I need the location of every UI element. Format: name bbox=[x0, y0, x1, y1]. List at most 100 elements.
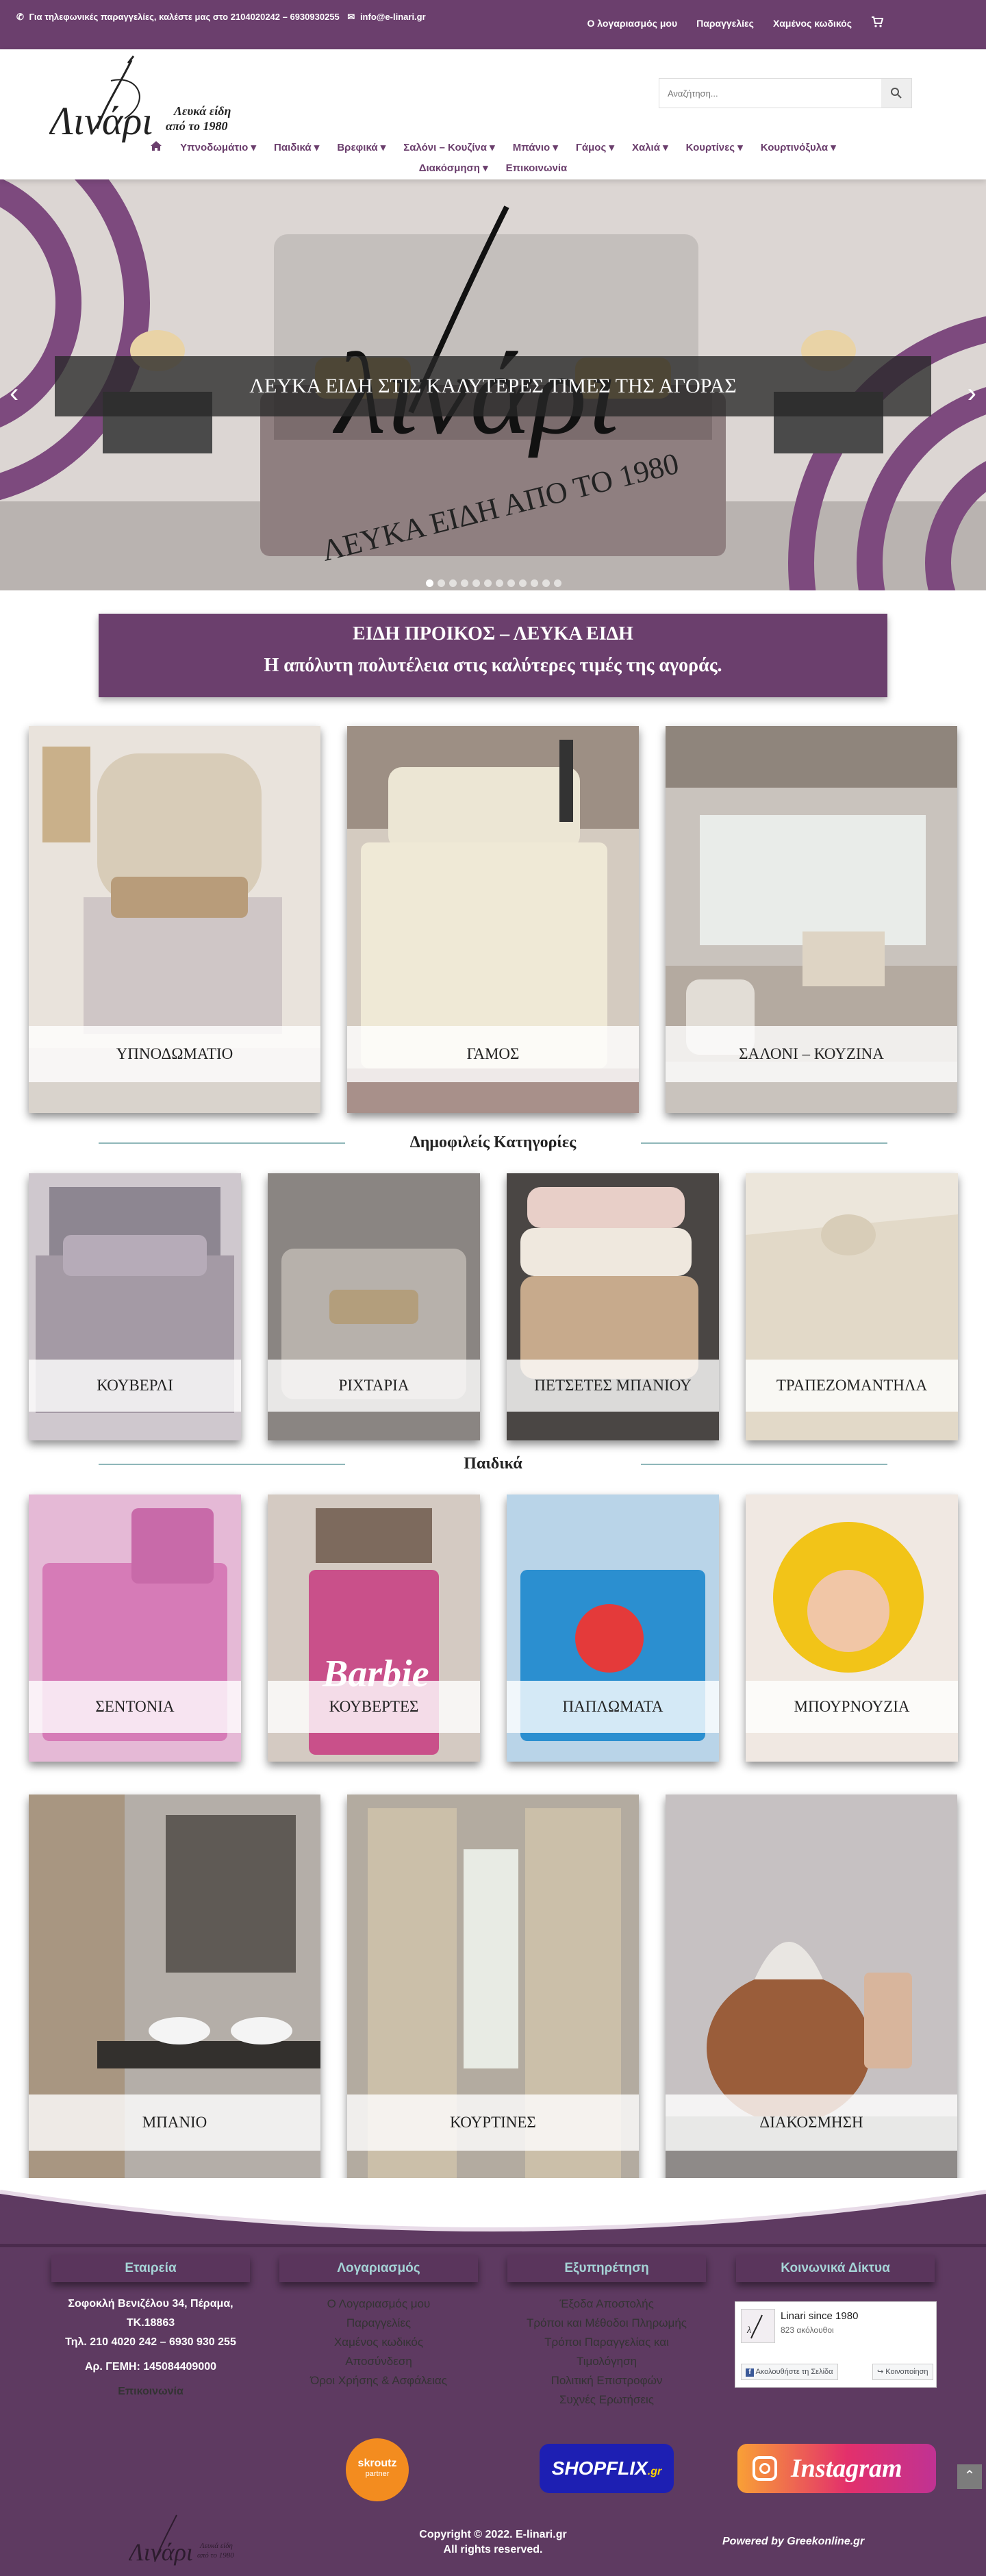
logo-name: Λινάρι bbox=[49, 99, 153, 142]
facebook-followers: 823 ακόλουθοι bbox=[781, 2325, 834, 2335]
shopflix-badge[interactable]: SHOPFLIX.gr bbox=[540, 2444, 674, 2493]
lost-password-link[interactable]: Χαμένος κωδικός bbox=[773, 18, 852, 29]
category-label: ΥΠΝΟΔΩΜΑΤΙΟ bbox=[29, 1026, 320, 1082]
slider-prev-arrow[interactable]: ‹ bbox=[10, 378, 18, 409]
slider-dot[interactable] bbox=[461, 579, 468, 587]
category-tile-decoration[interactable]: ΔΙΑΚΟΣΜΗΣΗ bbox=[666, 1795, 957, 2181]
divider-line bbox=[99, 1142, 345, 1144]
category-label: ΤΡΑΠΕΖΟΜΑΝΤΗΛΑ bbox=[746, 1360, 958, 1412]
nav-item-curtain-rods[interactable]: Κουρτινόξυλα ▾ bbox=[761, 141, 836, 153]
company-address: Σοφοκλή Βενιζέλου 34, Πέραμα, ΤΚ.18863 Τ… bbox=[65, 2298, 236, 2373]
category-tile-bathrobes[interactable]: ΜΠΟΥΡΝΟΥΖΙΑ bbox=[746, 1495, 958, 1762]
category-tile-bathroom[interactable]: ΜΠΑΝΙΟ bbox=[29, 1795, 320, 2181]
category-tile-bath-towels[interactable]: ΠΕΤΣΕΤΕΣ ΜΠΑΝΙΟΥ bbox=[507, 1173, 719, 1440]
category-label: ΠΑΠΛΩΜΑΤΑ bbox=[507, 1681, 719, 1733]
svg-text:λ: λ bbox=[746, 2325, 751, 2336]
facebook-follow-button[interactable]: f Ακολουθήστε τη Σελίδα bbox=[741, 2364, 838, 2380]
instagram-badge[interactable]: Instagram bbox=[737, 2444, 936, 2493]
category-label: ΣΕΝΤΟΝΙΑ bbox=[29, 1681, 241, 1733]
category-tile-curtains[interactable]: ΚΟΥΡΤΙΝΕΣ bbox=[347, 1795, 639, 2181]
footer-link-faq[interactable]: Συχνές Ερωτήσεις bbox=[507, 2390, 706, 2410]
footer-link-shipping[interactable]: Έξοδα Αποστολής bbox=[507, 2294, 706, 2314]
slider-dot[interactable] bbox=[472, 579, 480, 587]
footer-link-invoicing[interactable]: Τιμολόγηση bbox=[507, 2352, 706, 2371]
skroutz-partner-badge[interactable]: skroutz partner bbox=[346, 2438, 409, 2501]
footer-link-orders[interactable]: Παραγγελίες bbox=[279, 2314, 478, 2333]
category-tile-sheets[interactable]: ΣΕΝΤΟΝΙΑ bbox=[29, 1495, 241, 1762]
footer-link-ordering[interactable]: Τρόποι Παραγγελίας και bbox=[507, 2333, 706, 2352]
nav-item-kids[interactable]: Παιδικά ▾ bbox=[274, 141, 319, 153]
category-tile-tablecloths[interactable]: ΤΡΑΠΕΖΟΜΑΝΤΗΛΑ bbox=[746, 1173, 958, 1440]
slider-dot[interactable] bbox=[542, 579, 550, 587]
cart-icon[interactable] bbox=[871, 16, 884, 29]
slider-dot[interactable] bbox=[426, 579, 433, 587]
nav-item-wedding[interactable]: Γάμος ▾ bbox=[576, 141, 614, 153]
nav-item-contact[interactable]: Επικοινωνία bbox=[506, 162, 568, 174]
facebook-share-button[interactable]: ↪ Κοινοποίηση bbox=[872, 2364, 933, 2380]
footer-logo-name: Λινάρι bbox=[129, 2538, 193, 2566]
share-icon: ↪ bbox=[877, 2368, 884, 2376]
nav-item-living-kitchen[interactable]: Σαλόνι – Κουζίνα ▾ bbox=[403, 141, 494, 153]
footer-logo-tagline-2: από το 1980 bbox=[197, 2551, 234, 2560]
footer-link-returns[interactable]: Πολιτική Επιστροφών bbox=[507, 2371, 706, 2390]
footer-social: Κοινωνικά Δίκτυα bbox=[736, 2255, 935, 2294]
slider-dot[interactable] bbox=[531, 579, 538, 587]
footer-link-terms[interactable]: Όροι Χρήσης & Ασφάλειας bbox=[279, 2371, 478, 2390]
promo-banner: ΕΙΔΗ ΠΡΟΙΚΟΣ – ΛΕΥΚΑ ΕΙΔΗ Η απόλυτη πολυ… bbox=[99, 614, 887, 697]
category-tile-throws[interactable]: ΡΙΧΤΑΡΙΑ bbox=[268, 1173, 480, 1440]
category-tile-blankets[interactable]: Barbie ΚΟΥΒΕΡΤΕΣ bbox=[268, 1495, 480, 1762]
search-input[interactable] bbox=[659, 79, 881, 108]
category-label: ΣΑΛΟΝΙ – ΚΟΥΖΙΝΑ bbox=[666, 1026, 957, 1082]
search-icon bbox=[891, 88, 902, 99]
slider-dot[interactable] bbox=[438, 579, 445, 587]
footer-link-lost-password[interactable]: Χαμένος κωδικός bbox=[279, 2333, 478, 2352]
slider-dot[interactable] bbox=[484, 579, 492, 587]
slider-dot[interactable] bbox=[519, 579, 527, 587]
category-label: ΚΟΥΒΕΡΤΕΣ bbox=[268, 1681, 480, 1733]
footer-link-logout[interactable]: Αποσύνδεση bbox=[279, 2352, 478, 2371]
facebook-page-widget[interactable]: λ Linari since 1980 823 ακόλουθοι f Ακολ… bbox=[735, 2301, 937, 2388]
facebook-icon: f bbox=[746, 2368, 754, 2377]
popular-title: Δημοφιλείς Κατηγορίες bbox=[409, 1134, 577, 1151]
footer-link-payment[interactable]: Τρόποι και Μέθοδοι Πληρωμής bbox=[507, 2314, 706, 2333]
category-tile-duvets[interactable]: ΠΑΠΛΩΜΑΤΑ bbox=[507, 1495, 719, 1762]
hero-slider: λινάρι ΛΕΥΚΑ ΕΙΔΗ ΑΠΟ ΤΟ 1980 ΛΕΥΚΑ ΕΙΔΗ… bbox=[0, 179, 986, 590]
category-label: ΚΟΥΒΕΡΛΙ bbox=[29, 1360, 241, 1412]
banner-subtitle: Η απόλυτη πολυτέλεια στις καλύτερες τιμέ… bbox=[264, 655, 722, 676]
home-icon[interactable] bbox=[150, 140, 162, 154]
nav-item-bathroom[interactable]: Μπάνιο ▾ bbox=[513, 141, 558, 153]
site-logo[interactable]: Λινάρι Λευκά είδη από το 1980 bbox=[46, 53, 268, 143]
category-tile-coverlet[interactable]: ΚΟΥΒΕΡΛΙ bbox=[29, 1173, 241, 1440]
category-tile-living-kitchen[interactable]: ΣΑΛΟΝΙ – ΚΟΥΖΙΝΑ bbox=[666, 726, 957, 1113]
footer-contact-link[interactable]: Επικοινωνία bbox=[51, 2382, 250, 2401]
category-label: ΔΙΑΚΟΣΜΗΣΗ bbox=[666, 2094, 957, 2151]
slider-dot[interactable] bbox=[496, 579, 503, 587]
slider-next-arrow[interactable]: › bbox=[968, 378, 976, 409]
nav-item-decoration[interactable]: Διακόσμηση ▾ bbox=[419, 162, 488, 174]
category-label: ΠΕΤΣΕΤΕΣ ΜΠΑΝΙΟΥ bbox=[507, 1360, 719, 1412]
nav-item-bedroom[interactable]: Υπνοδωμάτιο ▾ bbox=[180, 141, 256, 153]
category-tile-wedding[interactable]: ΓΑΜΟΣ bbox=[347, 726, 639, 1113]
slider-dot[interactable] bbox=[449, 579, 457, 587]
nav-item-baby[interactable]: Βρεφικά ▾ bbox=[337, 141, 385, 153]
my-account-link[interactable]: Ο λογαριασμός μου bbox=[587, 18, 677, 29]
phone-icon: ✆ bbox=[16, 12, 24, 22]
category-tile-bedroom[interactable]: ΥΠΝΟΔΩΜΑΤΙΟ bbox=[29, 726, 320, 1113]
footer-social-title: Κοινωνικά Δίκτυα bbox=[736, 2255, 935, 2282]
contact-info: ✆ Για τηλεφωνικές παραγγελίες, καλέστε μ… bbox=[16, 8, 482, 26]
back-to-top-button[interactable]: ⌃ bbox=[957, 2464, 982, 2489]
footer-link-my-account[interactable]: Ο Λογαριασμός μου bbox=[279, 2294, 478, 2314]
orders-link[interactable]: Παραγγελίες bbox=[696, 18, 754, 29]
kids-section-title: Παιδικά bbox=[99, 1453, 887, 1474]
main-nav: Υπνοδωμάτιο ▾ Παιδικά ▾ Βρεφικά ▾ Σαλόνι… bbox=[0, 137, 986, 178]
slider-dot[interactable] bbox=[507, 579, 515, 587]
search-button[interactable] bbox=[881, 79, 911, 108]
email-link[interactable]: info@e-linari.gr bbox=[360, 12, 426, 22]
facebook-page-name[interactable]: Linari since 1980 bbox=[781, 2310, 858, 2322]
powered-by-link[interactable]: Powered by Greekonline.gr bbox=[722, 2536, 864, 2548]
slider-dot[interactable] bbox=[554, 579, 561, 587]
nav-item-rugs[interactable]: Χαλιά ▾ bbox=[632, 141, 668, 153]
footer-logo[interactable]: Λινάρι Λευκά είδη από το 1980 bbox=[127, 2512, 252, 2567]
slider-caption: ΛΕΥΚΑ ΕΙΔΗ ΣΤΙΣ ΚΑΛΥΤΕΡΕΣ ΤΙΜΕΣ ΤΗΣ ΑΓΟΡ… bbox=[55, 356, 931, 416]
nav-item-curtains[interactable]: Κουρτίνες ▾ bbox=[686, 141, 743, 153]
